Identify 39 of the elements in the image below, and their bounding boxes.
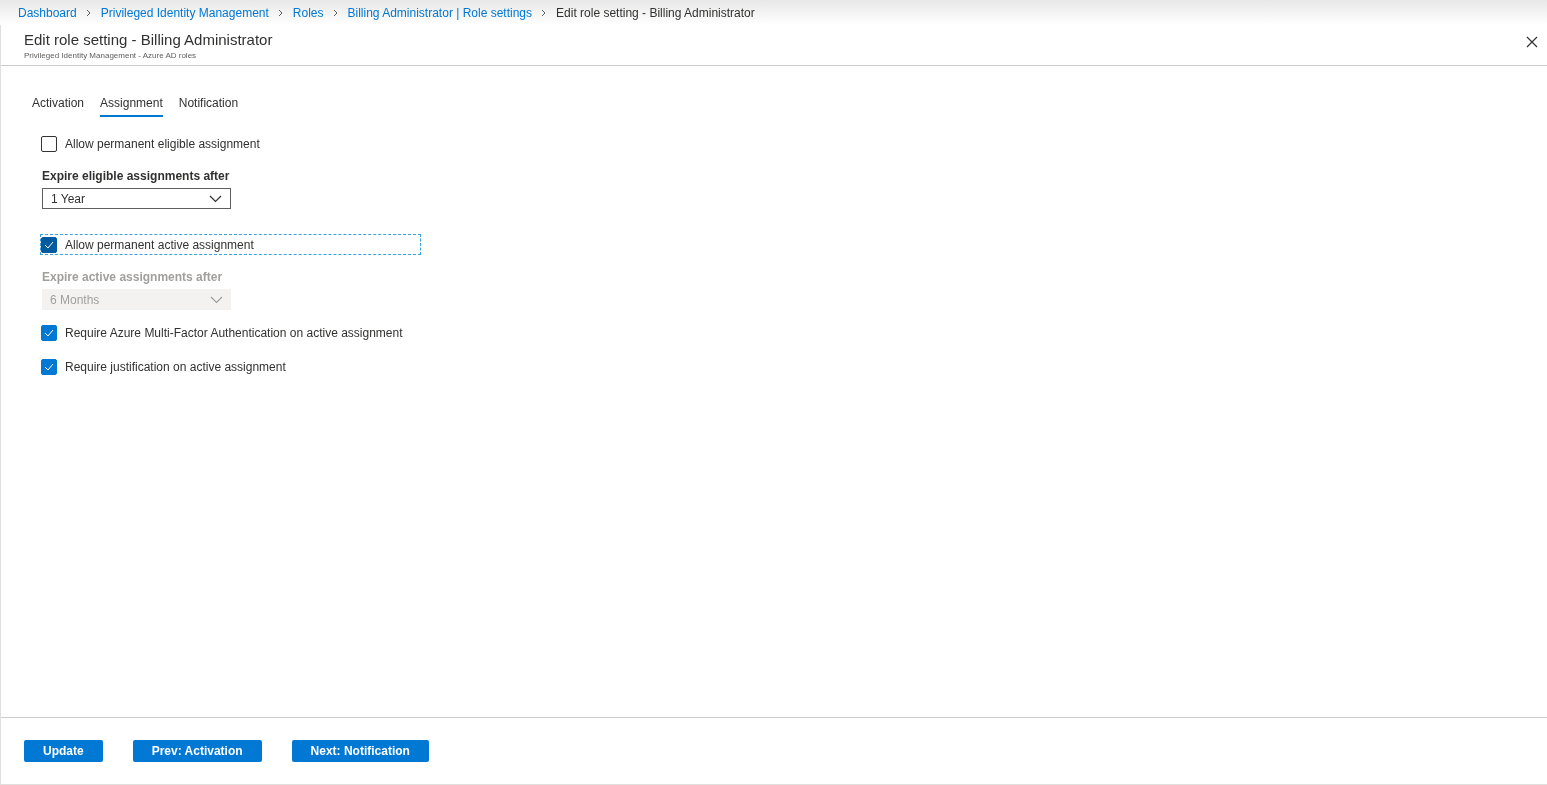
checkbox[interactable]	[41, 135, 57, 152]
dropdown-value: 1 Year	[51, 190, 86, 208]
breadcrumb-link[interactable]: Privileged Identity Management	[100, 3, 269, 22]
tab[interactable]: Notification	[178, 94, 239, 117]
checkmark-icon	[44, 328, 54, 337]
breadcrumb-link[interactable]: Billing Administrator | Role settings	[347, 3, 533, 22]
action-button[interactable]: Prev: Activation	[132, 740, 262, 762]
checkbox[interactable]	[41, 236, 57, 253]
panel-title: Edit role setting - Billing Administrator	[24, 30, 273, 50]
chevron-icon	[276, 8, 285, 17]
checkmark-icon	[44, 362, 54, 371]
checkbox[interactable]	[41, 358, 57, 375]
action-button[interactable]: Next: Notification	[291, 740, 429, 762]
field-label: Expire eligible assignments after	[42, 168, 231, 185]
dropdown[interactable]: 1 Year	[42, 188, 231, 209]
checkbox-row[interactable]: Allow permanent eligible assignment	[41, 134, 420, 153]
tab[interactable]: Activation	[32, 94, 85, 117]
action-button[interactable]: Update	[24, 740, 103, 762]
chevron-icon	[331, 8, 340, 17]
chevron-down-icon	[209, 194, 222, 203]
breadcrumb-link[interactable]: Roles	[292, 3, 324, 22]
checkbox-label: Allow permanent eligible assignment	[65, 135, 260, 153]
breadcrumb-current: Edit role setting - Billing Administrator	[556, 4, 755, 22]
checkbox-label: Require justification on active assignment	[65, 358, 286, 376]
field-label: Expire active assignments after	[42, 269, 224, 286]
tab[interactable]: Assignment	[100, 94, 163, 117]
checkbox-row[interactable]: Allow permanent active assignment	[41, 235, 420, 254]
checkbox-label: Allow permanent active assignment	[65, 236, 254, 254]
panel-subtitle: Privileged Identity Management - Azure AD roles	[24, 50, 198, 62]
dropdown-value: 6 Months	[50, 291, 100, 309]
checkbox-row[interactable]: Require justification on active assignment	[41, 357, 420, 376]
chevron-icon	[84, 8, 93, 17]
close-icon	[1526, 36, 1538, 48]
checkmark-icon	[44, 240, 54, 249]
checkbox[interactable]	[41, 324, 57, 341]
chevron-down-icon	[210, 295, 223, 304]
checkbox-row[interactable]: Require Azure Multi-Factor Authentication on active assignment	[41, 323, 420, 342]
breadcrumb-link[interactable]: Dashboard	[18, 3, 77, 22]
checkbox-label: Require Azure Multi-Factor Authentication on active assignment	[65, 324, 403, 342]
